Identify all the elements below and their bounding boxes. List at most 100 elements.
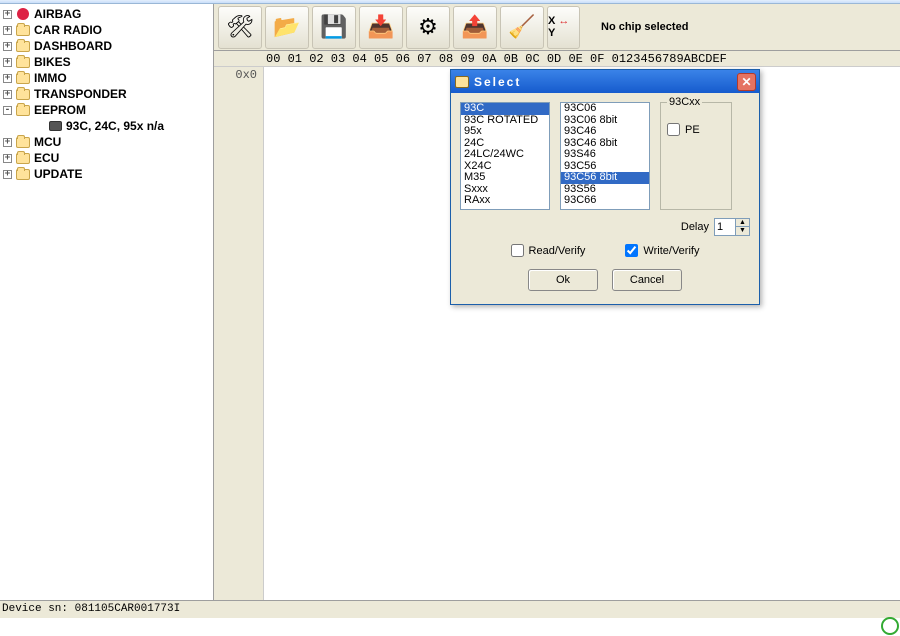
tree-expander-icon[interactable]: + — [3, 138, 12, 147]
folder-icon — [15, 135, 31, 149]
save-icon: 💾 — [320, 14, 347, 40]
write-verify-label: Write/Verify — [643, 245, 699, 257]
pe-label: PE — [685, 124, 700, 136]
read-verify-label: Read/Verify — [529, 245, 586, 257]
tree-item-car-radio[interactable]: + CAR RADIO — [2, 22, 213, 38]
delay-up-button[interactable]: ▲ — [736, 219, 749, 227]
chip-verify-icon: ⚙ — [418, 14, 438, 40]
tree-item-mcu[interactable]: + MCU — [2, 134, 213, 150]
tree-label: DASHBOARD — [34, 38, 112, 54]
tree-expander-blank — [35, 122, 44, 131]
delay-label: Delay — [681, 221, 709, 233]
tree-expander-icon[interactable]: + — [3, 42, 12, 51]
tree-sidebar[interactable]: + AIRBAG + CAR RADIO + DASHBOARD + BIKES + IMMO + T… — [0, 4, 214, 600]
group-label: 93Cxx — [667, 96, 702, 108]
close-button[interactable]: ✕ — [737, 73, 756, 91]
folder-icon — [15, 103, 31, 117]
tree-label: MCU — [34, 134, 61, 150]
list-item[interactable]: 93C — [461, 103, 549, 115]
list-item[interactable]: 95x — [461, 126, 549, 138]
folder-icon — [455, 76, 469, 88]
status-bar: Device sn: 081105CAR001773I — [0, 600, 900, 618]
dialog-titlebar[interactable]: Select ✕ — [451, 70, 759, 93]
list-item[interactable]: 24LC/24WC — [461, 149, 549, 161]
folder-icon — [15, 87, 31, 101]
pe-checkbox[interactable]: PE — [667, 123, 725, 136]
list-item[interactable]: 93C56 8bit — [561, 172, 649, 184]
tree-expander-icon[interactable]: + — [3, 74, 12, 83]
tree-item-eeprom[interactable]: -EEPROM — [2, 102, 213, 118]
write-verify-input[interactable] — [625, 244, 638, 257]
folder-open-icon: 📂 — [273, 14, 300, 40]
tree-expander-icon[interactable]: + — [3, 26, 12, 35]
chip-erase-icon: 🧹 — [508, 14, 535, 40]
chip-write-icon: 📤 — [461, 14, 488, 40]
list-item[interactable]: 93C46 — [561, 126, 649, 138]
write-verify-checkbox[interactable]: Write/Verify — [625, 244, 699, 257]
select-dialog: Select ✕ 93C93C ROTATED95x24C24LC/24WCX2… — [450, 69, 760, 305]
folder-icon — [15, 151, 31, 165]
tree-item-bikes[interactable]: + BIKES — [2, 54, 213, 70]
tree-expander-icon[interactable]: + — [3, 58, 12, 67]
tree-expander-icon[interactable]: + — [3, 154, 12, 163]
save-button[interactable]: 💾 — [312, 6, 356, 49]
close-icon: ✕ — [741, 75, 751, 89]
folder-icon — [15, 167, 31, 181]
tree-item-update[interactable]: + UPDATE — [2, 166, 213, 182]
read-chip-button[interactable]: 📥 — [359, 6, 403, 49]
chip-status: No chip selected — [601, 21, 688, 33]
tree-item-airbag[interactable]: + AIRBAG — [2, 6, 213, 22]
tree-label: BIKES — [34, 54, 71, 70]
swap-xy-label: X ↔ Y — [548, 15, 579, 39]
tree-label: ECU — [34, 150, 59, 166]
verify-chip-button[interactable]: ⚙ — [406, 6, 450, 49]
delay-input[interactable] — [714, 218, 736, 236]
address-gutter: 0x0 — [214, 67, 264, 600]
folder-icon — [15, 55, 31, 69]
corner-indicator-icon — [881, 617, 899, 635]
pin-icon — [15, 7, 31, 21]
tree-expander-icon[interactable]: + — [3, 170, 12, 179]
pe-checkbox-input[interactable] — [667, 123, 680, 136]
tree-label: CAR RADIO — [34, 22, 102, 38]
tree-label: UPDATE — [34, 166, 82, 182]
tree-item-transponder[interactable]: + TRANSPONDER — [2, 86, 213, 102]
tree-item-child[interactable]: 93C, 24C, 95x n/a — [2, 118, 213, 134]
erase-chip-button[interactable]: 🧹 — [500, 6, 544, 49]
open-button[interactable]: 📂 — [265, 6, 309, 49]
tree-label: IMMO — [34, 70, 67, 86]
list-item[interactable]: M35 — [461, 172, 549, 184]
tree-label: 93C, 24C, 95x n/a — [66, 118, 164, 134]
folder-icon — [15, 39, 31, 53]
family-listbox[interactable]: 93C93C ROTATED95x24C24LC/24WCX24CM35Sxxx… — [460, 102, 550, 210]
tools-button[interactable]: 🛠 — [218, 6, 262, 49]
list-item[interactable]: 93C06 — [561, 103, 649, 115]
options-group: 93Cxx PE — [660, 102, 732, 210]
tree-label: TRANSPONDER — [34, 86, 127, 102]
ok-button[interactable]: Ok — [528, 269, 598, 291]
tree-item-ecu[interactable]: + ECU — [2, 150, 213, 166]
delay-down-button[interactable]: ▼ — [736, 227, 749, 235]
tree-item-dashboard[interactable]: + DASHBOARD — [2, 38, 213, 54]
hex-header: 00 01 02 03 04 05 06 07 08 09 0A 0B 0C 0… — [214, 51, 900, 67]
folder-icon — [15, 71, 31, 85]
cancel-button[interactable]: Cancel — [612, 269, 682, 291]
tree-item-immo[interactable]: + IMMO — [2, 70, 213, 86]
tools-icon: 🛠 — [226, 14, 254, 40]
read-verify-checkbox[interactable]: Read/Verify — [511, 244, 586, 257]
list-item[interactable]: 93C66 — [561, 195, 649, 207]
list-item[interactable]: 93S46 — [561, 149, 649, 161]
list-item[interactable]: RAxx — [461, 195, 549, 207]
dialog-title: Select — [474, 75, 737, 89]
tree-expander-icon[interactable]: + — [3, 10, 12, 19]
tree-label: AIRBAG — [34, 6, 81, 22]
read-verify-input[interactable] — [511, 244, 524, 257]
folder-icon — [15, 23, 31, 37]
chip-icon — [47, 119, 63, 133]
tree-expander-icon[interactable]: + — [3, 90, 12, 99]
device-listbox[interactable]: 93C0693C06 8bit93C4693C46 8bit93S4693C56… — [560, 102, 650, 210]
write-chip-button[interactable]: 📤 — [453, 6, 497, 49]
chip-read-icon: 📥 — [367, 14, 394, 40]
tree-expander-icon[interactable]: - — [3, 106, 12, 115]
swap-xy-button[interactable]: X ↔ Y — [547, 6, 580, 49]
